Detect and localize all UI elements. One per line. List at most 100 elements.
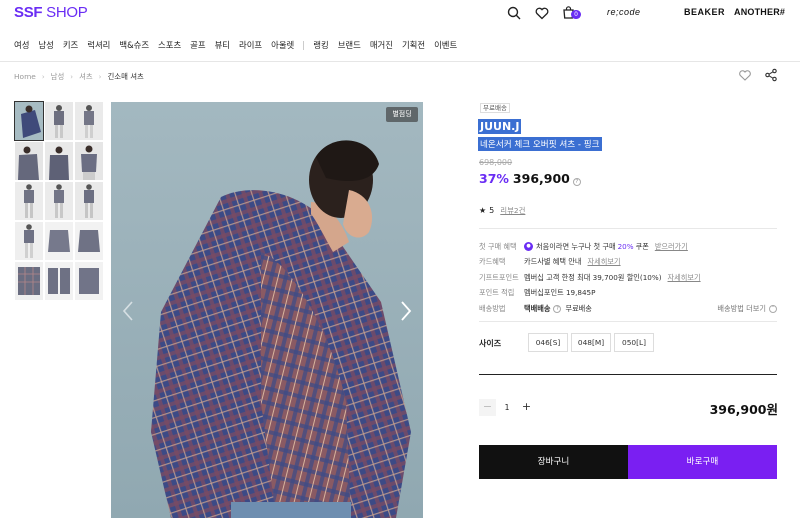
shipping-more-link[interactable]: 배송방법 더보기 ˅ <box>717 304 777 314</box>
nav-item-exhibition[interactable]: 기획전 <box>402 39 425 51</box>
breadcrumb-shirts[interactable]: 셔츠 <box>79 71 93 82</box>
nav-item-beauty[interactable]: 뷰티 <box>215 39 230 51</box>
star-icon: ★ <box>479 206 487 215</box>
thumbnail-image[interactable] <box>75 102 103 140</box>
nav-item-kids[interactable]: 키즈 <box>63 39 78 51</box>
nav-item-sports[interactable]: 스포츠 <box>158 39 181 51</box>
benefit-label: 기프트포인트 <box>479 272 519 282</box>
thumbnail-image[interactable] <box>45 222 73 260</box>
quantity-value[interactable]: 1 <box>496 399 518 416</box>
thumbnail-image[interactable] <box>75 182 103 220</box>
buy-now-button[interactable]: 바로구매 <box>628 445 777 479</box>
benefit-row-gift-point: 기프트포인트 멤버십 고객 한정 최대 39,700원 할인(10%) 자세히보… <box>479 270 779 286</box>
quantity-decrease-button[interactable]: − <box>479 398 496 416</box>
section-divider <box>479 321 777 322</box>
thumbnail-image[interactable] <box>75 142 103 180</box>
benefit-text: 쿠폰 <box>635 241 649 251</box>
thumbnail-image[interactable] <box>45 262 73 300</box>
nav-item-event[interactable]: 이벤트 <box>434 39 457 51</box>
thumbnail-image[interactable] <box>15 142 43 180</box>
nav-item-luxury[interactable]: 럭셔리 <box>87 39 110 51</box>
price-row: 37% 396,900 ? <box>479 171 581 186</box>
next-image-arrow-icon[interactable] <box>399 300 413 322</box>
nav-item-bags-shoes[interactable]: 백&슈즈 <box>119 39 149 51</box>
section-divider <box>479 374 777 375</box>
review-link[interactable]: 리뷰2건 <box>500 205 525 216</box>
shipping-more-label: 배송방법 더보기 <box>717 303 766 313</box>
benefit-row-card: 카드혜택 카드사별 혜택 안내 자세히보기 <box>479 255 779 271</box>
product-brand[interactable]: JUUN.J <box>478 119 522 134</box>
nav-item-men[interactable]: 남성 <box>38 39 53 51</box>
thumbnail-image[interactable] <box>15 222 43 260</box>
nav-item-outlet[interactable]: 아울렛 <box>271 39 294 51</box>
wishlist-heart-icon[interactable] <box>534 5 550 21</box>
size-option-s[interactable]: 046[S] <box>528 333 568 352</box>
benefit-text: 처음이라면 누구나 첫 구매 <box>536 241 616 251</box>
benefit-label: 배송방법 <box>479 303 506 313</box>
thumbnail-image[interactable] <box>45 142 73 180</box>
size-label: 사이즈 <box>479 339 502 348</box>
header-divider <box>0 61 800 62</box>
benefit-text: 카드사별 혜택 안내 <box>524 257 582 267</box>
rating-summary: ★ 5 리뷰2건 <box>479 205 525 216</box>
nav-item-brand[interactable]: 브랜드 <box>338 39 361 51</box>
benefit-label: 첫 구매 혜택 <box>479 241 517 251</box>
breadcrumb: Home › 남성 › 셔츠 › 긴소매 셔츠 <box>14 71 150 82</box>
quantity-increase-button[interactable]: + <box>518 399 535 416</box>
shipping-method: 택배배송 <box>524 303 551 313</box>
brand-link-recode[interactable]: re;code <box>607 7 641 17</box>
quantity-stepper: − 1 + <box>479 398 535 416</box>
thumbnail-image[interactable] <box>45 182 73 220</box>
site-header: SSF SHOP 0 re;code BEAKER ANOTHER# <box>0 0 800 28</box>
previous-image-arrow-icon[interactable] <box>121 300 135 322</box>
thumbnail-image[interactable] <box>75 262 103 300</box>
search-icon[interactable] <box>506 5 522 21</box>
image-badge: 별점딩 <box>386 107 418 122</box>
thumbnail-gallery <box>14 101 105 300</box>
brand-link-another[interactable]: ANOTHER# <box>734 7 785 17</box>
shipping-fee: 무료배송 <box>565 303 592 313</box>
benefit-row-points: 포인트 적립 멤버십포인트 19,845P <box>479 286 779 302</box>
ssf-shop-logo[interactable]: SSF SHOP <box>14 4 88 21</box>
coupon-percent: 20% <box>617 242 634 252</box>
size-option-l[interactable]: 050[L] <box>614 333 654 352</box>
breadcrumb-men[interactable]: 남성 <box>51 71 65 82</box>
add-to-cart-button[interactable]: 장바구니 <box>479 445 628 479</box>
product-like-heart-icon[interactable] <box>738 68 752 82</box>
nav-divider <box>303 40 305 50</box>
thumbnail-image[interactable] <box>75 222 103 260</box>
original-price: 698,000 <box>479 158 513 167</box>
card-benefit-detail-link[interactable]: 자세히보기 <box>587 257 620 267</box>
chevron-down-icon: ˅ <box>769 304 777 313</box>
get-coupon-link[interactable]: 받으러가기 <box>655 242 688 252</box>
benefit-label: 카드혜택 <box>479 257 506 267</box>
benefit-row-shipping: 배송방법 택배배송 ? 무료배송 배송방법 더보기 ˅ <box>479 301 779 317</box>
breadcrumb-home[interactable]: Home <box>14 72 36 81</box>
benefit-label: 포인트 적립 <box>479 288 515 298</box>
nav-item-magazine[interactable]: 매거진 <box>370 39 393 51</box>
free-shipping-tag: 무료배송 <box>480 103 510 113</box>
category-nav: 여성 남성 키즈 럭셔리 백&슈즈 스포츠 골프 뷰티 라이프 아울렛 랭킹 브… <box>14 38 466 52</box>
breadcrumb-chevron-icon: › <box>41 72 45 81</box>
gift-point-detail-link[interactable]: 자세히보기 <box>668 273 701 283</box>
thumbnail-image[interactable] <box>15 262 43 300</box>
breadcrumb-chevron-icon: › <box>70 72 74 81</box>
nav-item-golf[interactable]: 골프 <box>190 39 205 51</box>
main-product-image <box>111 102 423 518</box>
brand-link-beaker[interactable]: BEAKER <box>684 7 725 17</box>
nav-item-life[interactable]: 라이프 <box>239 39 262 51</box>
breadcrumb-longsleeve-shirts[interactable]: 긴소매 셔츠 <box>107 71 143 82</box>
breadcrumb-chevron-icon: › <box>98 72 102 81</box>
total-price: 396,900원 <box>709 402 778 417</box>
size-option-m[interactable]: 048[M] <box>571 333 611 352</box>
nav-item-ranking[interactable]: 랭킹 <box>313 39 328 51</box>
share-icon[interactable] <box>764 68 778 82</box>
nav-item-women[interactable]: 여성 <box>14 39 29 51</box>
product-name: 네온서커 체크 오버핏 셔츠 - 핑크 <box>478 137 602 151</box>
thumbnail-image[interactable] <box>45 102 73 140</box>
thumbnail-image[interactable] <box>15 182 43 220</box>
benefit-text: 멤버십포인트 19,845P <box>524 288 596 298</box>
shipping-info-icon[interactable]: ? <box>553 304 562 313</box>
price-info-icon[interactable]: ? <box>572 178 581 186</box>
thumbnail-image[interactable] <box>14 101 44 141</box>
